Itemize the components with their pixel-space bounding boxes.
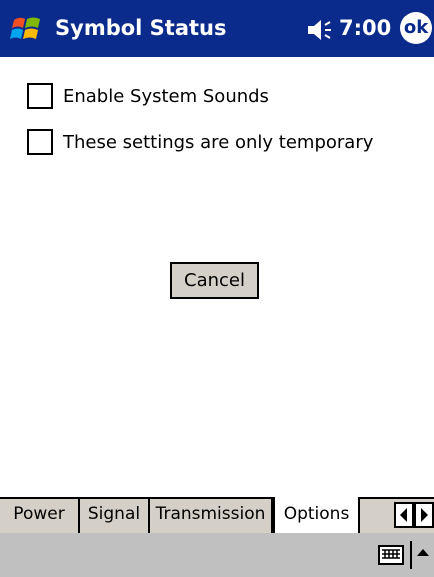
menu-bar [0,533,434,577]
tab-transmission[interactable]: Transmission [150,497,273,533]
title-bar: Symbol Status 7:00 ok [0,0,434,57]
tab-scroll-left[interactable] [394,502,414,528]
chevron-up-icon[interactable] [416,547,430,557]
cancel-button[interactable]: Cancel [170,262,259,299]
tab-scroll-right[interactable] [414,502,434,528]
temporary-settings-row[interactable]: These settings are only temporary [27,128,373,156]
enable-sounds-checkbox[interactable] [27,83,53,109]
tab-power[interactable]: Power [0,497,80,533]
clock[interactable]: 7:00 [339,16,391,40]
enable-sounds-row[interactable]: Enable System Sounds [27,82,269,110]
temporary-settings-checkbox[interactable] [27,129,53,155]
windows-start-icon[interactable] [10,12,44,46]
chevron-left-icon [400,508,407,522]
window-title: Symbol Status [55,16,227,40]
keyboard-icon[interactable] [378,545,404,565]
enable-sounds-label: Enable System Sounds [63,85,269,107]
volume-icon[interactable] [306,18,336,42]
tab-strip: Power Signal Transmission Options [0,497,434,535]
tab-signal[interactable]: Signal [80,497,150,533]
tab-options[interactable]: Options [273,497,360,535]
temporary-settings-label: These settings are only temporary [63,131,374,153]
divider [410,541,412,569]
ok-button[interactable]: ok [400,12,432,44]
chevron-right-icon [421,508,428,522]
